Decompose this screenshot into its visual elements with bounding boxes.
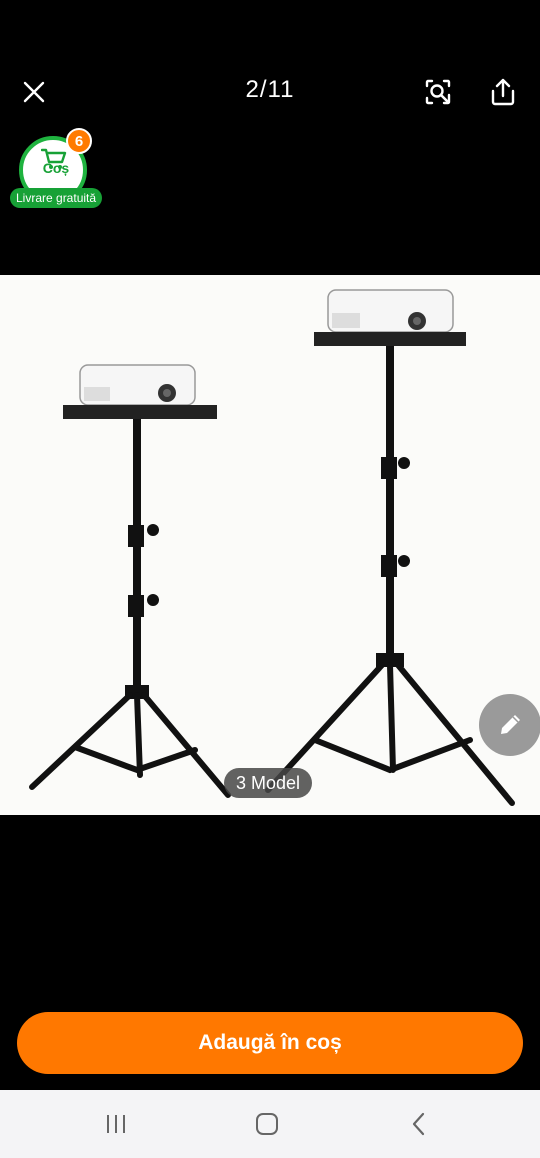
pencil-icon <box>501 715 520 734</box>
projector-stand-illustration <box>29 289 515 806</box>
system-nav-bar <box>0 1090 540 1158</box>
back-icon <box>412 1112 425 1136</box>
cart-count-badge: 6 <box>66 128 92 154</box>
edit-button[interactable] <box>479 694 540 756</box>
top-bar: 2/11 <box>0 60 540 124</box>
product-image[interactable] <box>0 275 540 815</box>
recents-icon <box>107 1115 125 1133</box>
variant-label[interactable]: 3 Model <box>224 768 313 798</box>
cart-widget[interactable]: Coș 6 Livrare gratuită <box>10 128 103 212</box>
share-icon <box>491 78 515 106</box>
home-icon <box>256 1113 278 1135</box>
free-delivery-badge: Livrare gratuită <box>10 188 103 208</box>
add-to-cart-button[interactable]: Adaugă în coș <box>17 1012 523 1074</box>
back-button[interactable] <box>397 1108 441 1140</box>
image-search-icon <box>425 79 451 105</box>
image-search-button[interactable] <box>416 70 460 114</box>
recents-button[interactable] <box>94 1108 138 1140</box>
home-button[interactable] <box>245 1108 289 1140</box>
cart-label: Coș <box>42 160 70 176</box>
share-button[interactable] <box>481 70 525 114</box>
